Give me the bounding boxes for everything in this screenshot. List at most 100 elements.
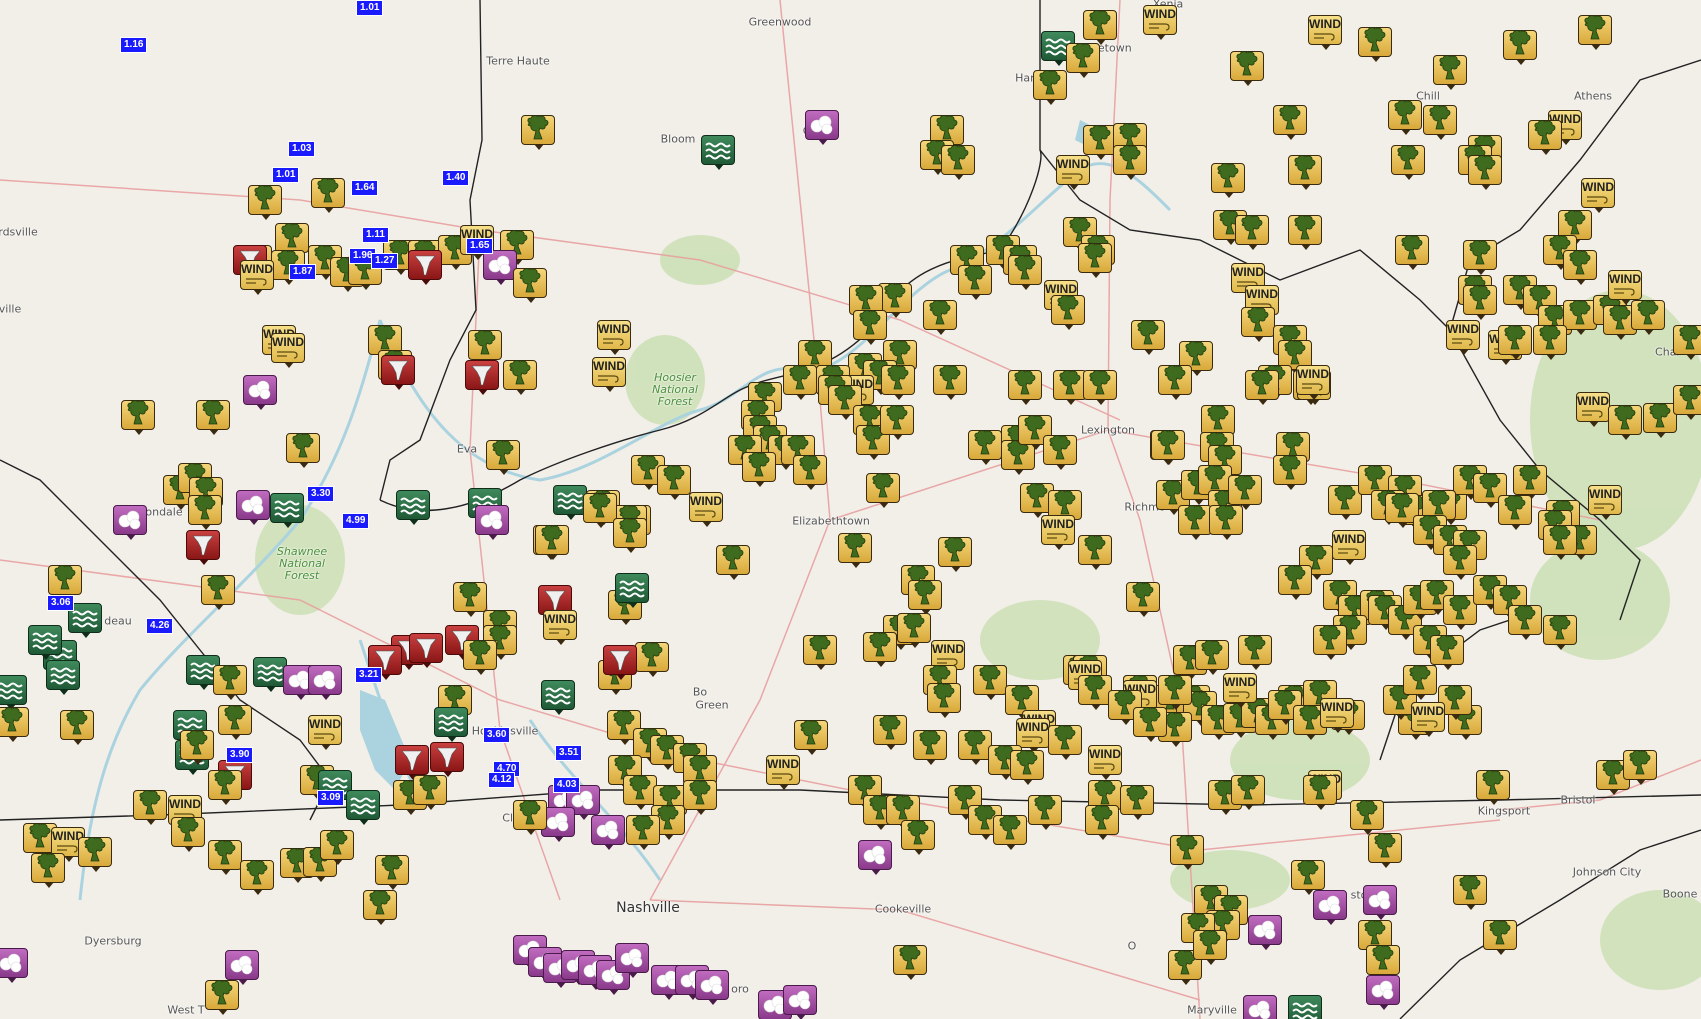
tornado-icon[interactable] bbox=[381, 355, 417, 393]
tree-damage-icon[interactable] bbox=[893, 945, 929, 983]
flood-waves-icon[interactable] bbox=[270, 493, 306, 531]
hail-icon[interactable] bbox=[858, 840, 894, 878]
tree-damage-icon[interactable] bbox=[1503, 30, 1539, 68]
tree-damage-icon[interactable] bbox=[535, 525, 571, 563]
rainfall-total-label[interactable]: 3.51 bbox=[555, 745, 583, 761]
tree-damage-icon[interactable] bbox=[121, 400, 157, 438]
flood-waves-icon[interactable] bbox=[28, 625, 64, 663]
tree-damage-icon[interactable] bbox=[0, 707, 31, 745]
tree-damage-icon[interactable] bbox=[286, 433, 322, 471]
wind-damage-icon[interactable]: WIND bbox=[1608, 270, 1644, 308]
tree-damage-icon[interactable] bbox=[881, 365, 917, 403]
flood-waves-icon[interactable] bbox=[1288, 995, 1324, 1019]
tree-damage-icon[interactable] bbox=[1528, 120, 1564, 158]
rainfall-total-label[interactable]: 1.01 bbox=[272, 167, 300, 183]
tree-damage-icon[interactable] bbox=[375, 855, 411, 893]
tornado-icon[interactable] bbox=[409, 633, 445, 671]
tree-damage-icon[interactable] bbox=[793, 455, 829, 493]
tornado-icon[interactable] bbox=[465, 360, 501, 398]
tree-damage-icon[interactable] bbox=[78, 837, 114, 875]
tree-damage-icon[interactable] bbox=[863, 632, 899, 670]
hail-icon[interactable] bbox=[805, 110, 841, 148]
wind-damage-icon[interactable]: WIND bbox=[1588, 485, 1624, 523]
tree-damage-icon[interactable] bbox=[1048, 725, 1084, 763]
tree-damage-icon[interactable] bbox=[1391, 145, 1427, 183]
tree-damage-icon[interactable] bbox=[1066, 43, 1102, 81]
tree-damage-icon[interactable] bbox=[1313, 625, 1349, 663]
wind-damage-icon[interactable]: WIND bbox=[592, 357, 628, 395]
hail-icon[interactable] bbox=[695, 970, 731, 1008]
tree-damage-icon[interactable] bbox=[1273, 455, 1309, 493]
tree-damage-icon[interactable] bbox=[320, 830, 356, 868]
hail-icon[interactable] bbox=[236, 490, 272, 528]
tree-damage-icon[interactable] bbox=[613, 518, 649, 556]
wind-damage-icon[interactable]: WIND bbox=[308, 715, 344, 753]
tree-damage-icon[interactable] bbox=[1543, 615, 1579, 653]
tree-damage-icon[interactable] bbox=[1120, 785, 1156, 823]
tree-damage-icon[interactable] bbox=[31, 853, 67, 891]
tree-damage-icon[interactable] bbox=[1278, 565, 1314, 603]
wind-damage-icon[interactable]: WIND bbox=[1446, 320, 1482, 358]
tree-damage-icon[interactable] bbox=[794, 720, 830, 758]
flood-waves-icon[interactable] bbox=[396, 490, 432, 528]
tree-damage-icon[interactable] bbox=[171, 817, 207, 855]
tree-damage-icon[interactable] bbox=[1043, 435, 1079, 473]
tree-damage-icon[interactable] bbox=[413, 775, 449, 813]
tree-damage-icon[interactable] bbox=[463, 640, 499, 678]
flood-waves-icon[interactable] bbox=[346, 790, 382, 828]
wind-damage-icon[interactable]: WIND bbox=[1308, 15, 1344, 53]
tree-damage-icon[interactable] bbox=[1245, 370, 1281, 408]
wind-damage-icon[interactable]: WIND bbox=[597, 320, 633, 358]
tree-damage-icon[interactable] bbox=[1193, 930, 1229, 968]
tree-damage-icon[interactable] bbox=[866, 473, 902, 511]
tree-damage-icon[interactable] bbox=[240, 860, 276, 898]
tree-damage-icon[interactable] bbox=[1235, 215, 1271, 253]
hail-icon[interactable] bbox=[1363, 885, 1399, 923]
tree-damage-icon[interactable] bbox=[1238, 635, 1274, 673]
tree-damage-icon[interactable] bbox=[941, 145, 977, 183]
tornado-icon[interactable] bbox=[408, 250, 444, 288]
tree-damage-icon[interactable] bbox=[60, 710, 96, 748]
storm-report-map[interactable]: GreenwoodXeniaTerre HauteMiddletownHamil… bbox=[0, 0, 1701, 1019]
rainfall-total-label[interactable]: 4.99 bbox=[342, 513, 370, 529]
tree-damage-icon[interactable] bbox=[1083, 370, 1119, 408]
rainfall-total-label[interactable]: 1.87 bbox=[289, 264, 317, 280]
tree-damage-icon[interactable] bbox=[1133, 707, 1169, 745]
tree-damage-icon[interactable] bbox=[133, 790, 169, 828]
tree-damage-icon[interactable] bbox=[1151, 430, 1187, 468]
tree-damage-icon[interactable] bbox=[1358, 27, 1394, 65]
rainfall-total-label[interactable]: 3.60 bbox=[483, 727, 511, 743]
tree-damage-icon[interactable] bbox=[901, 820, 937, 858]
tree-damage-icon[interactable] bbox=[927, 683, 963, 721]
wind-damage-icon[interactable]: WIND bbox=[1332, 530, 1368, 568]
hail-icon[interactable] bbox=[0, 948, 30, 986]
hail-icon[interactable] bbox=[243, 375, 279, 413]
tree-damage-icon[interactable] bbox=[657, 465, 693, 503]
rainfall-total-label[interactable]: 3.06 bbox=[47, 595, 75, 611]
tree-damage-icon[interactable] bbox=[1433, 55, 1469, 93]
tree-damage-icon[interactable] bbox=[933, 365, 969, 403]
tornado-icon[interactable] bbox=[186, 530, 222, 568]
tree-damage-icon[interactable] bbox=[1476, 770, 1512, 808]
rainfall-total-label[interactable]: 3.30 bbox=[307, 486, 335, 502]
tree-damage-icon[interactable] bbox=[1673, 325, 1701, 363]
flood-waves-icon[interactable] bbox=[46, 660, 82, 698]
wind-damage-icon[interactable]: WIND bbox=[766, 755, 802, 793]
tree-damage-icon[interactable] bbox=[1126, 582, 1162, 620]
tree-damage-icon[interactable] bbox=[1403, 665, 1439, 703]
tree-damage-icon[interactable] bbox=[1078, 243, 1114, 281]
tree-damage-icon[interactable] bbox=[1388, 100, 1424, 138]
tree-damage-icon[interactable] bbox=[513, 800, 549, 838]
rainfall-total-label[interactable]: 1.65 bbox=[466, 238, 494, 254]
tree-damage-icon[interactable] bbox=[913, 730, 949, 768]
rainfall-total-label[interactable]: 1.01 bbox=[356, 0, 384, 16]
tree-damage-icon[interactable] bbox=[803, 635, 839, 673]
tree-damage-icon[interactable] bbox=[1273, 105, 1309, 143]
tree-damage-icon[interactable] bbox=[1463, 285, 1499, 323]
tree-damage-icon[interactable] bbox=[1211, 163, 1247, 201]
wind-damage-icon[interactable]: WIND bbox=[1296, 365, 1332, 403]
tree-damage-icon[interactable] bbox=[248, 185, 284, 223]
tree-damage-icon[interactable] bbox=[626, 815, 662, 853]
tree-damage-icon[interactable] bbox=[968, 430, 1004, 468]
tree-damage-icon[interactable] bbox=[1453, 875, 1489, 913]
